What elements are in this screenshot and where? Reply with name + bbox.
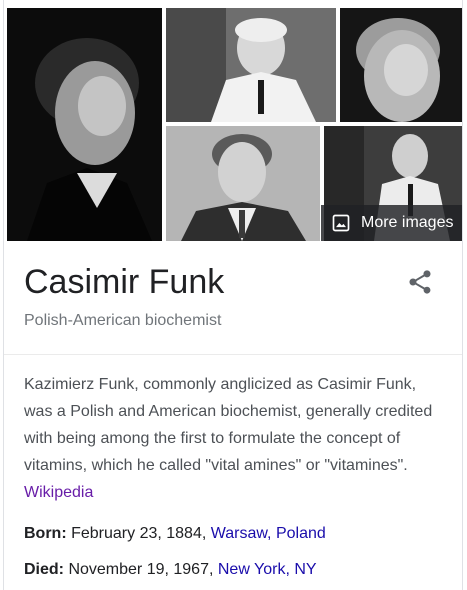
died-value: November 19, 1967, — [64, 561, 218, 578]
image-grid: More images — [4, 0, 462, 241]
portrait-photo-1[interactable] — [7, 8, 162, 241]
image-icon — [332, 214, 350, 232]
share-icon[interactable] — [406, 268, 434, 296]
description: Kazimierz Funk, commonly anglicized as C… — [4, 355, 464, 506]
more-images-button[interactable]: More images — [321, 205, 462, 241]
portrait-photo-3[interactable] — [340, 8, 462, 122]
more-images-label: More images — [361, 214, 454, 231]
entity-subtitle: Polish-American biochemist — [24, 312, 222, 329]
wikipedia-link[interactable]: Wikipedia — [24, 484, 93, 501]
entity-name: Casimir Funk — [24, 263, 225, 301]
knowledge-panel: More images Casimir Funk Polish-American… — [3, 0, 463, 590]
born-label: Born: — [24, 525, 67, 542]
fact-died: Died: November 19, 1967, New York, NY — [4, 556, 462, 583]
portrait-photo-4[interactable] — [166, 126, 320, 241]
description-text: Kazimierz Funk, commonly anglicized as C… — [24, 376, 433, 474]
died-label: Died: — [24, 561, 64, 578]
born-value: February 23, 1884, — [66, 525, 211, 542]
portrait-photo-2[interactable] — [166, 8, 336, 122]
died-place-link[interactable]: New York, NY — [218, 561, 317, 578]
born-place-link[interactable]: Warsaw, Poland — [211, 525, 326, 542]
title-block: Casimir Funk Polish-American biochemist — [4, 240, 462, 355]
fact-born: Born: February 23, 1884, Warsaw, Poland — [4, 520, 462, 547]
